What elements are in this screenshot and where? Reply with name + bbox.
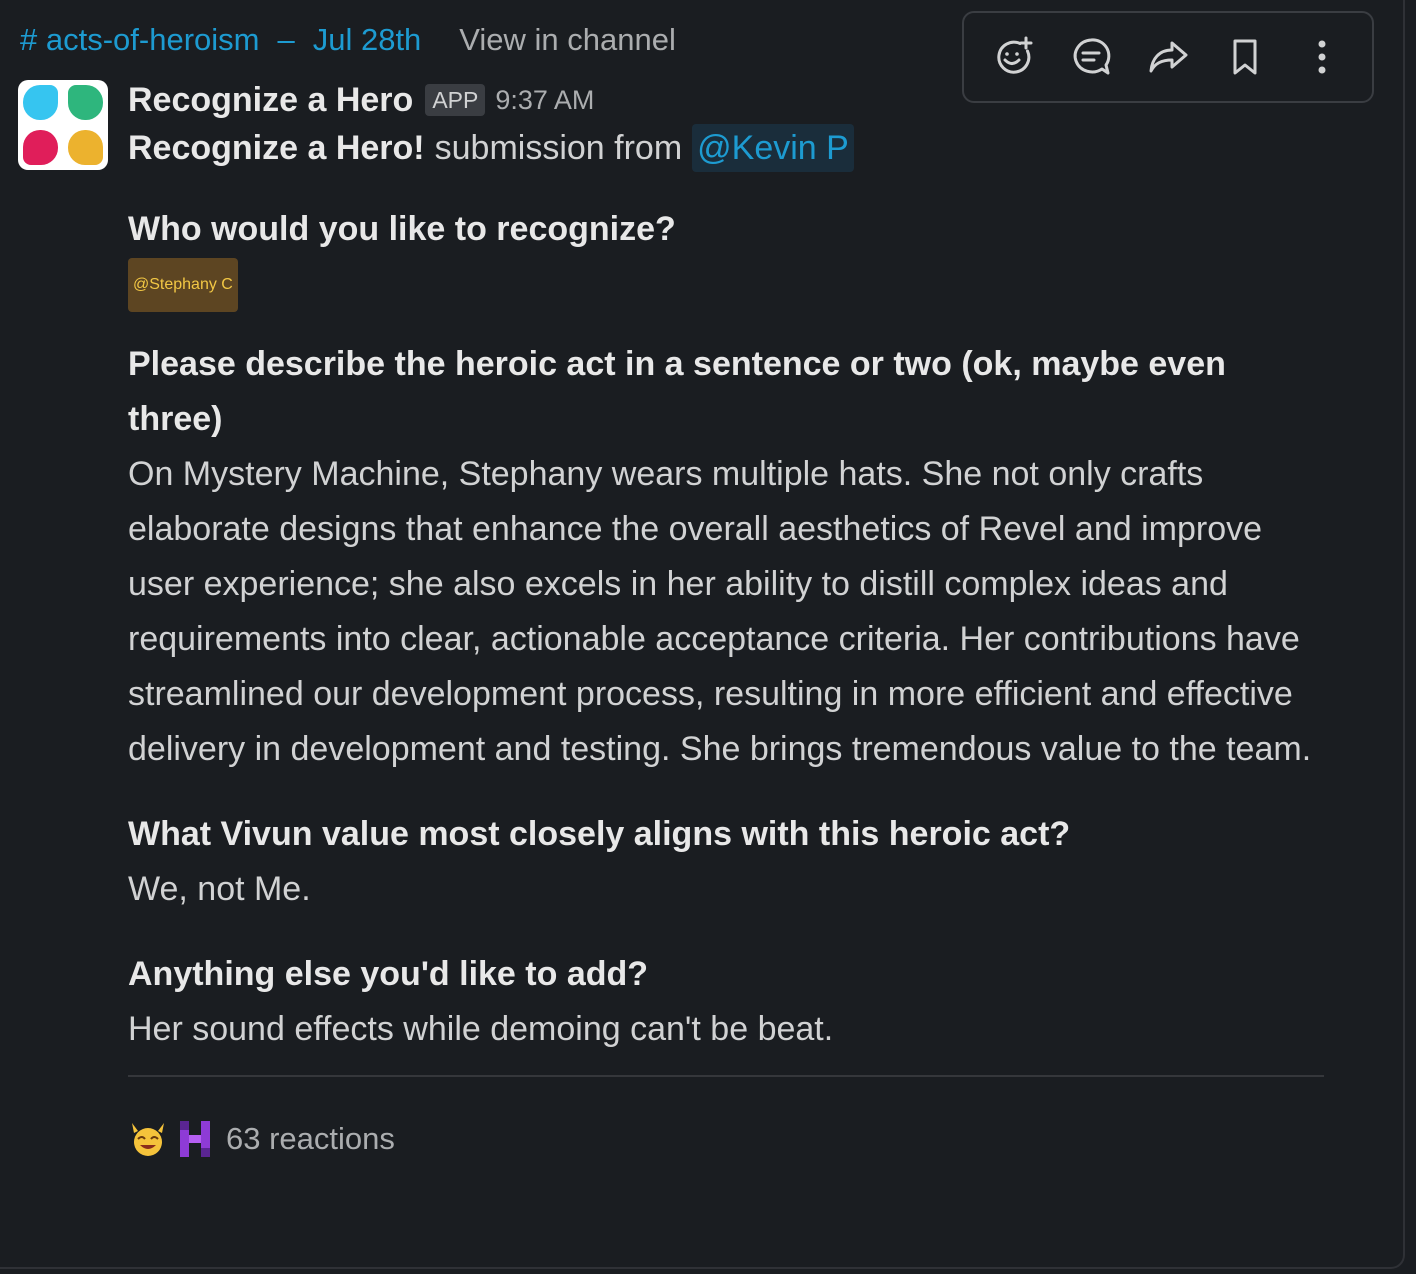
- reply-in-thread-icon: [1073, 38, 1111, 75]
- message-timestamp[interactable]: 9:37 AM: [495, 85, 594, 116]
- submission-text: submission from: [434, 129, 683, 167]
- view-in-channel-link[interactable]: View in channel: [459, 22, 676, 58]
- answer-value: We, not Me.: [128, 870, 311, 908]
- answer-describe: On Mystery Machine, Stephany wears multi…: [128, 455, 1312, 768]
- avatar-tile-green: [68, 85, 103, 120]
- reaction-count: 63 reactions: [226, 1121, 395, 1156]
- reactions-summary[interactable]: 63 reactions: [128, 1114, 1324, 1164]
- avatar-tile-blue: [23, 85, 58, 120]
- question-extra: Anything else you'd like to add?: [128, 955, 649, 993]
- avatar-tile-yellow: [68, 130, 103, 165]
- share-icon: [1149, 41, 1188, 73]
- sender-name[interactable]: Recognize a Hero: [128, 81, 413, 120]
- submission-line: Recognize a Hero! submission from @Kevin…: [128, 124, 1324, 172]
- channel-link[interactable]: # acts-of-heroism: [20, 22, 259, 58]
- message-header: # acts-of-heroism – Jul 28th View in cha…: [20, 18, 676, 62]
- app-badge: APP: [425, 84, 486, 116]
- more-actions-icon: [1318, 40, 1326, 74]
- submitter-mention[interactable]: @Kevin P: [692, 124, 854, 172]
- question-value: What Vivun value most closely aligns wit…: [128, 815, 1071, 853]
- raised-hands-emoji-icon: [132, 1123, 164, 1156]
- add-reaction-icon: [997, 36, 1033, 74]
- answer-extra: Her sound effects while demoing can't be…: [128, 1010, 834, 1048]
- submission-title: Recognize a Hero!: [128, 129, 425, 167]
- question-who: Who would you like to recognize?: [128, 210, 676, 248]
- recognized-user-mention[interactable]: @Stephany C: [128, 258, 238, 312]
- message-body: Recognize a Hero APP 9:37 AM Recognize a…: [128, 76, 1324, 1164]
- avatar-tile-red: [23, 130, 58, 165]
- date-link[interactable]: Jul 28th: [313, 22, 422, 58]
- bookmark-icon: [1233, 39, 1257, 75]
- question-describe: Please describe the heroic act in a sent…: [128, 345, 1226, 438]
- sender-row: Recognize a Hero APP 9:37 AM: [128, 76, 1324, 124]
- app-avatar[interactable]: [18, 80, 108, 170]
- hero-h-emoji-icon: [180, 1121, 210, 1157]
- header-separator: –: [277, 22, 295, 57]
